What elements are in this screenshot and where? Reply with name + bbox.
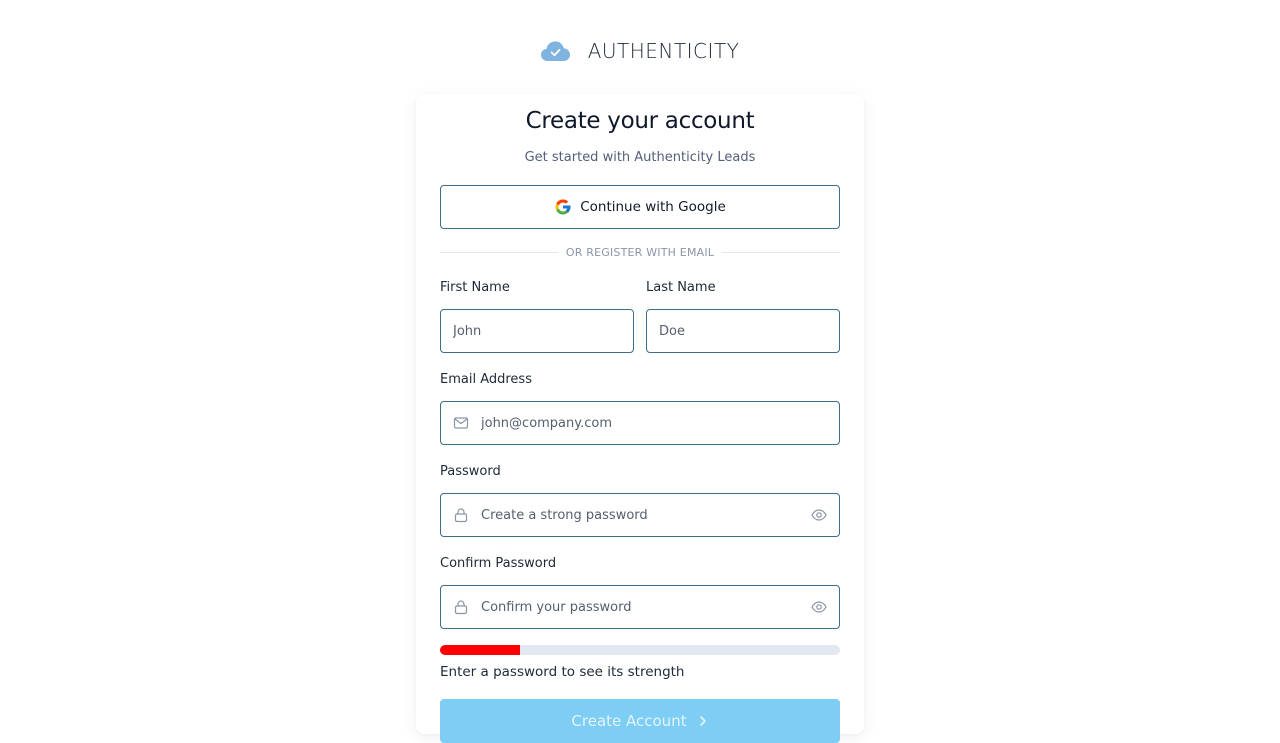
first-name-input[interactable] bbox=[441, 310, 633, 352]
signup-card: Create your account Get started with Aut… bbox=[416, 94, 864, 743]
password-strength-message: Enter a password to see its strength bbox=[440, 664, 685, 680]
password-label: Password bbox=[440, 464, 501, 479]
password-strength-fill bbox=[440, 645, 520, 655]
page-title: Create your account bbox=[525, 108, 755, 134]
chevron-right-icon bbox=[699, 716, 706, 726]
first-name-label: First Name bbox=[440, 280, 510, 295]
divider-line-right bbox=[722, 251, 840, 253]
lock-icon bbox=[454, 508, 468, 523]
create-account-button[interactable]: Create Account bbox=[440, 699, 840, 743]
mail-icon bbox=[453, 417, 469, 429]
last-name-field[interactable] bbox=[646, 309, 840, 353]
google-icon bbox=[555, 199, 571, 215]
confirm-password-input[interactable] bbox=[481, 586, 803, 628]
email-field[interactable] bbox=[440, 401, 840, 445]
password-strength-meter bbox=[440, 645, 840, 655]
divider-line-left bbox=[440, 251, 558, 253]
last-name-label: Last Name bbox=[646, 280, 716, 295]
google-button-label: Continue with Google bbox=[580, 199, 726, 215]
eye-icon[interactable] bbox=[811, 507, 827, 523]
divider-text: OR REGISTER WITH EMAIL bbox=[565, 245, 715, 259]
password-field[interactable] bbox=[440, 493, 840, 537]
first-name-field[interactable] bbox=[440, 309, 634, 353]
email-input[interactable] bbox=[481, 402, 839, 444]
google-signup-button[interactable]: Continue with Google bbox=[440, 185, 840, 229]
brand-name: AUTHENTICITY bbox=[587, 39, 740, 63]
confirm-password-field[interactable] bbox=[440, 585, 840, 629]
last-name-input[interactable] bbox=[647, 310, 839, 352]
page-subtitle: Get started with Authenticity Leads bbox=[524, 150, 756, 165]
password-input[interactable] bbox=[481, 494, 803, 536]
lock-icon bbox=[454, 600, 468, 615]
eye-icon[interactable] bbox=[811, 599, 827, 615]
brand-header: AUTHENTICITY bbox=[0, 36, 1280, 66]
create-account-label: Create Account bbox=[571, 712, 687, 730]
divider: OR REGISTER WITH EMAIL bbox=[440, 244, 840, 260]
email-label: Email Address bbox=[440, 372, 532, 387]
confirm-password-label: Confirm Password bbox=[440, 556, 557, 571]
cloud-check-icon bbox=[540, 41, 570, 61]
